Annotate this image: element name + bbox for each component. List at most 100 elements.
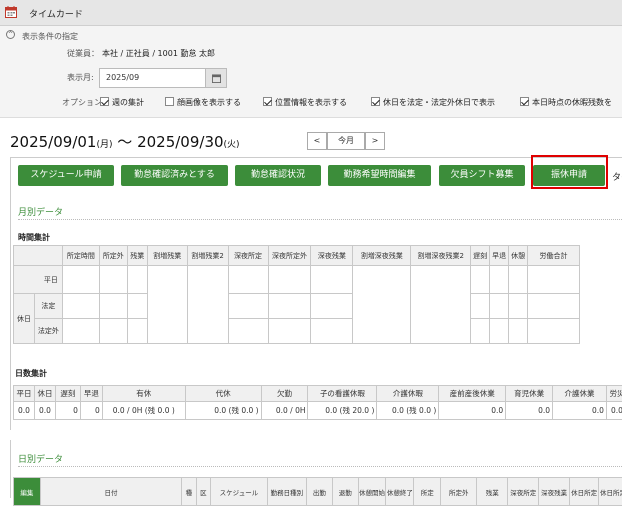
- row-label-weekday: 平日: [13, 265, 63, 294]
- divider: [18, 219, 622, 220]
- col-header: 休憩: [508, 245, 529, 266]
- corner-cell: [13, 245, 63, 266]
- employee-label: 従業員：: [67, 49, 99, 58]
- time-summary-title: 時間集計: [18, 233, 50, 242]
- cell-value: 0.0 / 0H (残 0.0 ): [101, 401, 186, 420]
- cell-value: 0.0 (残 20.0 ): [307, 401, 378, 420]
- col-header: 所定外: [440, 477, 478, 506]
- col-header: 所定外: [98, 245, 128, 266]
- monthly-title: 月別データ: [18, 208, 64, 218]
- col-header: 出勤: [306, 477, 333, 506]
- period-end-dow: (火): [223, 140, 240, 150]
- checkbox-icon[interactable]: [263, 97, 272, 106]
- col-header: 深夜残業: [310, 245, 354, 266]
- next-month-button[interactable]: >: [365, 132, 385, 150]
- col-header: 平日: [13, 385, 35, 402]
- col-header: 休憩終了: [385, 477, 415, 506]
- conditions-toggle[interactable]: 表示条件の指定: [22, 31, 78, 42]
- employee-value: 本社 / 正社員 / 1001 勤怠 太郎: [102, 49, 216, 58]
- col-header: 休憩開始: [357, 477, 387, 506]
- col-header: 遅刻: [54, 385, 81, 402]
- attendance-status-button[interactable]: 勤怠確認状況: [235, 165, 321, 186]
- cell-value: 0: [79, 401, 103, 420]
- col-header: 深夜所定外: [267, 245, 312, 266]
- row-label-legal: 法定: [33, 293, 63, 319]
- col-header: 種: [181, 477, 197, 506]
- col-header: 日付: [39, 477, 183, 506]
- page-title: タイムカード: [29, 10, 83, 20]
- col-header: 勤務日種別: [266, 477, 308, 506]
- option-location[interactable]: 位置情報を表示する: [263, 97, 347, 108]
- col-header: 早退: [79, 385, 103, 402]
- conditions-panel: ^ 表示条件の指定 従業員： 本社 / 正社員 / 1001 勤怠 太郎 表示月…: [0, 26, 622, 118]
- calendar-icon: [5, 6, 17, 18]
- edit-column-header[interactable]: 編集: [13, 477, 41, 506]
- col-header: 休日: [33, 385, 56, 402]
- col-header: 深夜所定: [507, 477, 540, 506]
- col-header: 区: [195, 477, 212, 506]
- cell-value: 0.0: [33, 401, 56, 420]
- cell-value: 0.0 / 0H: [260, 401, 309, 420]
- col-header: 深夜所定: [227, 245, 269, 266]
- checkbox-icon[interactable]: [520, 97, 529, 106]
- col-header: 所定: [413, 477, 442, 506]
- cell-value: 0.0: [505, 401, 554, 420]
- month-picker-button[interactable]: [205, 68, 227, 88]
- attendance-confirm-button[interactable]: 勤怠確認済みとする: [121, 165, 228, 186]
- row-label-holiday: 休日: [13, 293, 35, 344]
- checkbox-icon[interactable]: [371, 97, 380, 106]
- cell-value: 0.0: [552, 401, 607, 420]
- calendar-picker-icon: [212, 74, 221, 83]
- option-weekly-total[interactable]: 週の集計: [100, 97, 144, 108]
- col-header: 退勤: [331, 477, 359, 506]
- schedule-request-button[interactable]: スケジュール申請: [18, 165, 114, 186]
- col-header: 産前産後休業: [438, 385, 507, 402]
- days-summary-title: 日数集計: [15, 369, 47, 378]
- month-input[interactable]: 2025/09: [99, 68, 207, 88]
- cell-value: 0: [54, 401, 81, 420]
- col-header: 労災: [605, 385, 622, 402]
- col-header: 割増残業2: [186, 245, 229, 266]
- title-bar: タイムカード: [0, 0, 622, 26]
- daily-table: 編集 日付 種 区 スケジュール 勤務日種別 出勤 退勤 休憩開始 休憩終了 所…: [13, 477, 622, 506]
- time-summary-table: 所定時間 所定外 残業 割増残業 割増残業2 深夜所定 深夜所定外 深夜残業 割…: [13, 245, 580, 344]
- cell-value: 0.0 (残 0.0 ): [184, 401, 262, 420]
- col-header: 所定時間: [61, 245, 100, 266]
- collapse-icon[interactable]: ^: [6, 30, 15, 39]
- period-start: 2025/09/01: [10, 133, 97, 151]
- col-header: 介護休暇: [376, 385, 440, 402]
- shift-vacancy-button[interactable]: 欠員シフト募集: [439, 165, 525, 186]
- prev-month-button[interactable]: <: [307, 132, 327, 150]
- checkbox-icon[interactable]: [165, 97, 174, 106]
- col-header: スケジュール: [210, 477, 268, 506]
- col-header: 子の看護休暇: [307, 385, 378, 402]
- cell-value: 0.0: [605, 401, 622, 420]
- period-start-dow: (月): [96, 140, 113, 150]
- col-header: 有休: [101, 385, 186, 402]
- overflow-button[interactable]: タイ: [612, 170, 622, 183]
- col-header: 深夜残業: [538, 477, 571, 506]
- option-face-image[interactable]: 顔画像を表示する: [165, 97, 241, 108]
- period-end: 2025/09/30: [137, 133, 224, 151]
- daily-title: 日別データ: [18, 455, 64, 465]
- col-header: 残業: [126, 245, 148, 266]
- col-header: 介護休業: [552, 385, 607, 402]
- divider: [18, 466, 622, 467]
- option-leave-remaining[interactable]: 本日時点の休暇残数を: [520, 97, 612, 108]
- col-header: 遅刻: [470, 245, 491, 266]
- month-label: 表示月:: [67, 73, 94, 82]
- checkbox-icon[interactable]: [100, 97, 109, 106]
- cell-value: 0.0: [13, 401, 35, 420]
- col-header: 割増残業: [146, 245, 188, 266]
- col-header: 休日所定: [569, 477, 600, 506]
- cell-value: 0.0: [438, 401, 507, 420]
- cell-value: 0.0 (残 0.0 ): [376, 401, 440, 420]
- desired-hours-button[interactable]: 勤務希望時間編集: [328, 165, 431, 186]
- current-month-button[interactable]: 今月: [327, 132, 365, 150]
- period-heading: 2025/09/01(月) 〜 2025/09/30(火): [10, 131, 240, 152]
- col-header: 育児休業: [505, 385, 554, 402]
- col-header: 早退: [489, 245, 510, 266]
- days-summary-table: 平日 休日 遅刻 早退 有休 代休 欠勤 子の看護休暇 介護休暇 産前産後休業 …: [13, 385, 622, 420]
- option-holiday-legal[interactable]: 休日を法定・法定外休日で表示: [371, 97, 495, 108]
- col-header: 割増深夜残業: [352, 245, 412, 266]
